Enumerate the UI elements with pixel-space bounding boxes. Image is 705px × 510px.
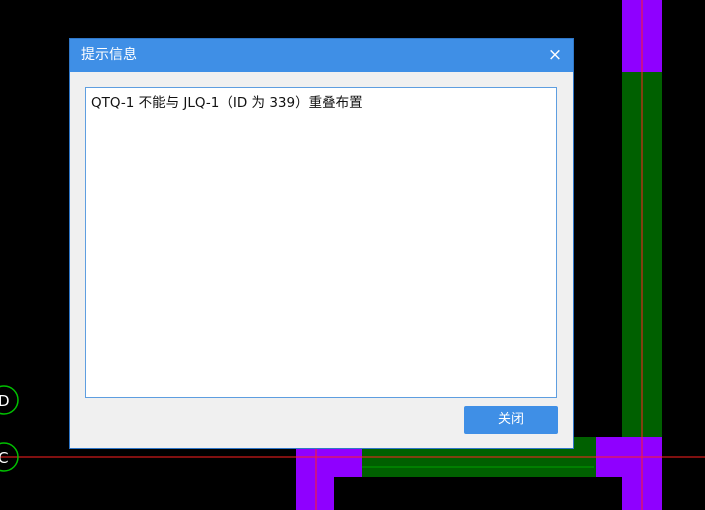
dialog-titlebar[interactable]: 提示信息 × <box>70 39 573 72</box>
close-icon[interactable]: × <box>545 45 565 65</box>
axis-label-c: C <box>0 449 8 467</box>
close-button[interactable]: 关闭 <box>464 406 558 434</box>
message-text-area[interactable]: QTQ-1 不能与 JLQ-1（ID 为 339）重叠布置 <box>85 87 557 398</box>
axis-label-d: D <box>0 392 10 410</box>
dialog-title: 提示信息 <box>81 47 137 63</box>
message-dialog: 提示信息 × QTQ-1 不能与 JLQ-1（ID 为 339）重叠布置 关闭 <box>70 39 573 448</box>
column-inner-left <box>334 477 622 510</box>
message-text: QTQ-1 不能与 JLQ-1（ID 为 339）重叠布置 <box>91 95 363 111</box>
